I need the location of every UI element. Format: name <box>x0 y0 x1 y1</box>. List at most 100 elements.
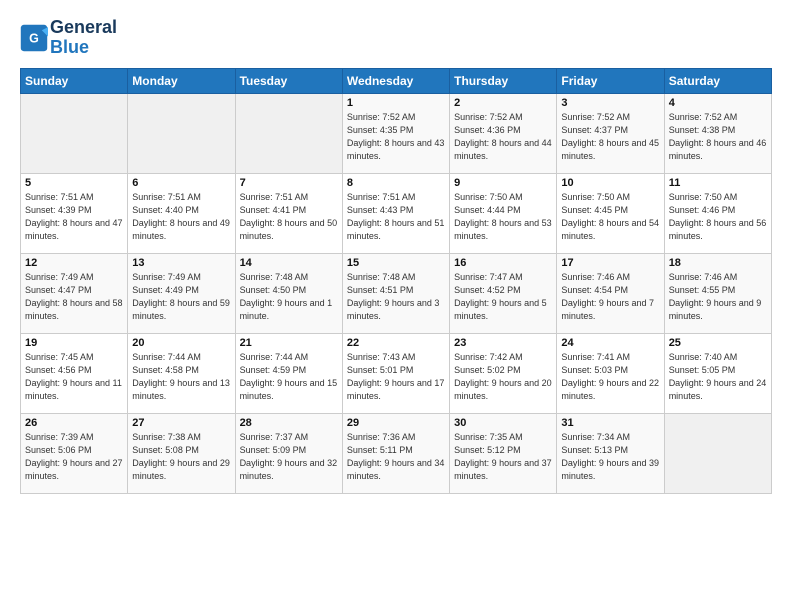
weekday-header-row: SundayMondayTuesdayWednesdayThursdayFrid… <box>21 68 772 93</box>
day-number: 2 <box>454 97 552 109</box>
calendar-week-1: 1 Sunrise: 7:52 AM Sunset: 4:35 PM Daylig… <box>21 93 772 173</box>
day-number: 11 <box>669 177 767 189</box>
calendar-week-4: 19Sunrise: 7:45 AM Sunset: 4:56 PM Dayli… <box>21 333 772 413</box>
logo: G General Blue <box>20 18 117 58</box>
day-number: 31 <box>561 417 659 429</box>
day-info: Sunrise: 7:46 AM Sunset: 4:55 PM Dayligh… <box>669 271 767 323</box>
calendar-cell <box>235 93 342 173</box>
calendar-cell: 22 Sunrise: 7:43 AM Sunset: 5:01 PM Dayli… <box>342 333 449 413</box>
day-info: Sunrise: 7:48 AM Sunset: 4:51 PM Dayligh… <box>347 271 445 323</box>
calendar-cell: 6 Sunrise: 7:51 AM Sunset: 4:40 PM Daylig… <box>128 173 235 253</box>
day-info: Sunrise: 7:49 AM Sunset: 4:49 PM Dayligh… <box>132 271 230 323</box>
logo-general: General <box>50 18 117 38</box>
svg-text:G: G <box>29 31 39 45</box>
page: G General Blue SundayMondayTuesdayWednes… <box>0 0 792 512</box>
logo-blue: Blue <box>50 38 117 58</box>
day-info: Sunrise: 7:52 AM Sunset: 4:36 PM Dayligh… <box>454 111 552 163</box>
day-number: 23 <box>454 337 552 349</box>
day-info: Sunrise: 7:50 AM Sunset: 4:46 PM Dayligh… <box>669 191 767 243</box>
day-info: Sunrise: 7:41 AM Sunset: 5:03 PM Dayligh… <box>561 351 659 403</box>
day-number: 1 <box>347 97 445 109</box>
day-number: 9 <box>454 177 552 189</box>
calendar-cell: 7 Sunrise: 7:51 AM Sunset: 4:41 PM Daylig… <box>235 173 342 253</box>
calendar-header: SundayMondayTuesdayWednesdayThursdayFrid… <box>21 68 772 93</box>
calendar-cell <box>664 413 771 493</box>
weekday-header-tuesday: Tuesday <box>235 68 342 93</box>
day-info: Sunrise: 7:51 AM Sunset: 4:39 PM Dayligh… <box>25 191 123 243</box>
day-number: 14 <box>240 257 338 269</box>
day-number: 15 <box>347 257 445 269</box>
weekday-header-saturday: Saturday <box>664 68 771 93</box>
day-info: Sunrise: 7:49 AM Sunset: 4:47 PM Dayligh… <box>25 271 123 323</box>
logo-icon: G <box>20 24 48 52</box>
calendar-cell: 2 Sunrise: 7:52 AM Sunset: 4:36 PM Daylig… <box>450 93 557 173</box>
day-info: Sunrise: 7:50 AM Sunset: 4:44 PM Dayligh… <box>454 191 552 243</box>
calendar-cell: 19Sunrise: 7:45 AM Sunset: 4:56 PM Dayli… <box>21 333 128 413</box>
day-number: 22 <box>347 337 445 349</box>
day-number: 29 <box>347 417 445 429</box>
calendar-cell: 23Sunrise: 7:42 AM Sunset: 5:02 PM Dayli… <box>450 333 557 413</box>
day-info: Sunrise: 7:52 AM Sunset: 4:37 PM Dayligh… <box>561 111 659 163</box>
day-info: Sunrise: 7:51 AM Sunset: 4:43 PM Dayligh… <box>347 191 445 243</box>
calendar-cell: 29 Sunrise: 7:36 AM Sunset: 5:11 PM Dayli… <box>342 413 449 493</box>
weekday-header-thursday: Thursday <box>450 68 557 93</box>
day-info: Sunrise: 7:44 AM Sunset: 4:58 PM Dayligh… <box>132 351 230 403</box>
day-number: 16 <box>454 257 552 269</box>
calendar-cell: 17Sunrise: 7:46 AM Sunset: 4:54 PM Dayli… <box>557 253 664 333</box>
calendar-week-5: 26 Sunrise: 7:39 AM Sunset: 5:06 PM Dayli… <box>21 413 772 493</box>
calendar-week-2: 5 Sunrise: 7:51 AM Sunset: 4:39 PM Daylig… <box>21 173 772 253</box>
calendar-cell: 21 Sunrise: 7:44 AM Sunset: 4:59 PM Dayli… <box>235 333 342 413</box>
calendar-cell: 27Sunrise: 7:38 AM Sunset: 5:08 PM Dayli… <box>128 413 235 493</box>
day-number: 27 <box>132 417 230 429</box>
calendar-table: SundayMondayTuesdayWednesdayThursdayFrid… <box>20 68 772 494</box>
day-number: 8 <box>347 177 445 189</box>
day-number: 18 <box>669 257 767 269</box>
calendar-cell <box>21 93 128 173</box>
day-info: Sunrise: 7:35 AM Sunset: 5:12 PM Dayligh… <box>454 431 552 483</box>
calendar-cell: 4 Sunrise: 7:52 AM Sunset: 4:38 PM Daylig… <box>664 93 771 173</box>
weekday-header-wednesday: Wednesday <box>342 68 449 93</box>
day-number: 3 <box>561 97 659 109</box>
calendar-cell: 31 Sunrise: 7:34 AM Sunset: 5:13 PM Dayli… <box>557 413 664 493</box>
day-info: Sunrise: 7:36 AM Sunset: 5:11 PM Dayligh… <box>347 431 445 483</box>
calendar-cell: 14Sunrise: 7:48 AM Sunset: 4:50 PM Dayli… <box>235 253 342 333</box>
calendar-cell: 28Sunrise: 7:37 AM Sunset: 5:09 PM Dayli… <box>235 413 342 493</box>
calendar-cell: 12Sunrise: 7:49 AM Sunset: 4:47 PM Dayli… <box>21 253 128 333</box>
day-number: 5 <box>25 177 123 189</box>
day-number: 6 <box>132 177 230 189</box>
day-number: 26 <box>25 417 123 429</box>
day-number: 7 <box>240 177 338 189</box>
calendar-cell: 18 Sunrise: 7:46 AM Sunset: 4:55 PM Dayli… <box>664 253 771 333</box>
day-info: Sunrise: 7:51 AM Sunset: 4:40 PM Dayligh… <box>132 191 230 243</box>
weekday-header-friday: Friday <box>557 68 664 93</box>
day-info: Sunrise: 7:43 AM Sunset: 5:01 PM Dayligh… <box>347 351 445 403</box>
calendar-cell: 20Sunrise: 7:44 AM Sunset: 4:58 PM Dayli… <box>128 333 235 413</box>
day-info: Sunrise: 7:52 AM Sunset: 4:35 PM Dayligh… <box>347 111 445 163</box>
day-info: Sunrise: 7:39 AM Sunset: 5:06 PM Dayligh… <box>25 431 123 483</box>
weekday-header-monday: Monday <box>128 68 235 93</box>
day-info: Sunrise: 7:51 AM Sunset: 4:41 PM Dayligh… <box>240 191 338 243</box>
day-number: 30 <box>454 417 552 429</box>
weekday-header-sunday: Sunday <box>21 68 128 93</box>
day-info: Sunrise: 7:52 AM Sunset: 4:38 PM Dayligh… <box>669 111 767 163</box>
calendar-week-3: 12Sunrise: 7:49 AM Sunset: 4:47 PM Dayli… <box>21 253 772 333</box>
day-info: Sunrise: 7:34 AM Sunset: 5:13 PM Dayligh… <box>561 431 659 483</box>
calendar-cell: 3 Sunrise: 7:52 AM Sunset: 4:37 PM Daylig… <box>557 93 664 173</box>
calendar-cell: 10Sunrise: 7:50 AM Sunset: 4:45 PM Dayli… <box>557 173 664 253</box>
day-info: Sunrise: 7:37 AM Sunset: 5:09 PM Dayligh… <box>240 431 338 483</box>
calendar-cell: 26 Sunrise: 7:39 AM Sunset: 5:06 PM Dayli… <box>21 413 128 493</box>
day-number: 25 <box>669 337 767 349</box>
day-info: Sunrise: 7:44 AM Sunset: 4:59 PM Dayligh… <box>240 351 338 403</box>
calendar-cell: 5 Sunrise: 7:51 AM Sunset: 4:39 PM Daylig… <box>21 173 128 253</box>
day-number: 13 <box>132 257 230 269</box>
calendar-cell: 30 Sunrise: 7:35 AM Sunset: 5:12 PM Dayli… <box>450 413 557 493</box>
calendar-cell: 9 Sunrise: 7:50 AM Sunset: 4:44 PM Daylig… <box>450 173 557 253</box>
calendar-cell: 11 Sunrise: 7:50 AM Sunset: 4:46 PM Dayli… <box>664 173 771 253</box>
day-info: Sunrise: 7:40 AM Sunset: 5:05 PM Dayligh… <box>669 351 767 403</box>
day-number: 10 <box>561 177 659 189</box>
day-number: 4 <box>669 97 767 109</box>
day-number: 21 <box>240 337 338 349</box>
calendar-cell: 13 Sunrise: 7:49 AM Sunset: 4:49 PM Dayli… <box>128 253 235 333</box>
header: G General Blue <box>20 18 772 58</box>
day-info: Sunrise: 7:45 AM Sunset: 4:56 PM Dayligh… <box>25 351 123 403</box>
